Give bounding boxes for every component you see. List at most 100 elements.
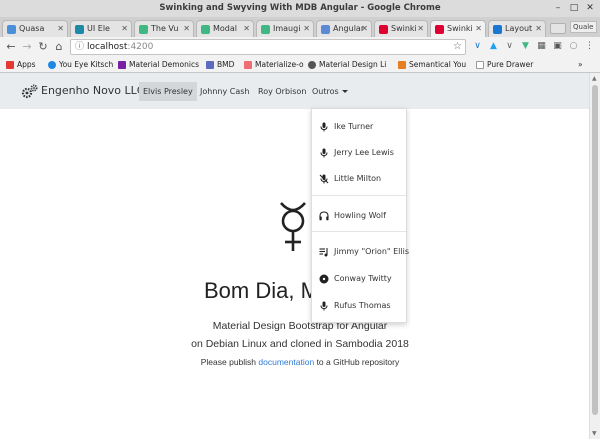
tab-favicon-icon xyxy=(261,25,270,34)
microphone-icon xyxy=(320,301,328,311)
tab-the-vue[interactable]: The Vu ✕ xyxy=(134,20,194,37)
dropdown-item-label: Little Milton xyxy=(334,174,382,183)
publish-suffix: to a GitHub repository xyxy=(316,357,400,367)
bookmark-favicon-icon xyxy=(206,61,214,69)
tab-swinking-active[interactable]: Swinki ✕ xyxy=(430,20,486,37)
tab-close-icon[interactable]: ✕ xyxy=(361,21,368,37)
bookmark-material-demonics[interactable]: Material Demonics xyxy=(118,59,199,71)
nav-link-johnny-cash[interactable]: Johnny Cash xyxy=(196,82,253,101)
page-scrollbar[interactable]: ▲ ▼ xyxy=(589,73,600,439)
bookmark-material-design-li[interactable]: Material Design Li xyxy=(308,59,386,71)
app-navbar: Engenho Novo LLC Elvis Presley Johnny Ca… xyxy=(0,73,589,109)
bookmarks-bar: Apps You Eye Kitsch Material Demonics BM… xyxy=(0,57,600,73)
address-bar[interactable]: ⓘ localhost:4200 ☆ xyxy=(70,39,466,55)
scroll-up-icon[interactable]: ▲ xyxy=(592,75,597,82)
tab-swinking-1[interactable]: Swinki ✕ xyxy=(374,20,428,37)
bookmarks-overflow-icon[interactable]: » xyxy=(578,59,583,71)
tab-ui-elements[interactable]: UI Ele ✕ xyxy=(70,20,132,37)
vue-devtools-icon[interactable]: ▼ xyxy=(520,41,531,52)
nav-link-elvis-presley[interactable]: Elvis Presley xyxy=(139,82,197,101)
tab-quasar[interactable]: Quasa ✕ xyxy=(2,20,68,37)
maximize-icon[interactable]: □ xyxy=(568,1,580,16)
tab-imaugi[interactable]: Imaugi ✕ xyxy=(256,20,314,37)
tab-label: The Vu xyxy=(151,24,179,33)
extension-window-icon[interactable]: ▣ xyxy=(552,41,563,52)
tab-label: Modal xyxy=(213,24,237,33)
tab-close-icon[interactable]: ✕ xyxy=(303,21,310,37)
bookmark-favicon-icon xyxy=(244,61,252,69)
forward-arrow-icon[interactable]: → xyxy=(20,39,34,55)
bookmark-semantical-you[interactable]: Semantical You xyxy=(398,59,466,71)
extension-puzzle-icon[interactable]: ▦ xyxy=(536,41,547,52)
scrollbar-thumb[interactable] xyxy=(592,85,598,415)
bookmark-label: Materialize-o xyxy=(255,60,304,69)
bookmark-favicon-icon xyxy=(398,61,406,69)
bookmark-label: BMD xyxy=(217,60,235,69)
dropdown-item-little-milton[interactable]: Little Milton xyxy=(312,170,406,188)
apps-grid-icon xyxy=(6,61,14,69)
dropdown-item-rufus-thomas[interactable]: Rufus Thomas xyxy=(312,297,406,315)
tab-modal[interactable]: Modal ✕ xyxy=(196,20,254,37)
tab-close-icon[interactable]: ✕ xyxy=(183,21,190,37)
dropdown-item-label: Jimmy "Orion" Ellis xyxy=(334,247,410,256)
extension-circle-icon[interactable]: ○ xyxy=(568,41,579,52)
extension-v2-icon[interactable]: ∨ xyxy=(504,41,515,52)
dropdown-item-label: Ike Turner xyxy=(334,122,374,131)
tab-favicon-icon xyxy=(75,25,84,34)
info-icon[interactable]: ⓘ xyxy=(75,40,84,54)
tab-close-icon[interactable]: ✕ xyxy=(535,21,542,37)
tab-favicon-icon xyxy=(7,25,16,34)
tab-close-icon[interactable]: ✕ xyxy=(417,21,424,37)
minimize-icon[interactable]: – xyxy=(552,1,564,16)
tab-label: UI Ele xyxy=(87,24,110,33)
subtitle-line-2: on Debian Linux and cloned in Sambodia 2… xyxy=(191,338,409,350)
home-icon[interactable]: ⌂ xyxy=(52,39,66,55)
bookmark-bmd[interactable]: BMD xyxy=(206,59,234,71)
close-icon[interactable]: ✕ xyxy=(584,1,596,16)
dropdown-item-jerry-lee-lewis[interactable]: Jerry Lee Lewis xyxy=(312,144,406,162)
tab-favicon-icon xyxy=(435,25,444,34)
twitter-icon[interactable]: ▲ xyxy=(488,41,499,52)
tab-angular[interactable]: Angular ✕ xyxy=(316,20,372,37)
documentation-link[interactable]: documentation xyxy=(258,357,314,367)
profile-button[interactable]: Quale xyxy=(570,21,597,33)
tab-close-icon[interactable]: ✕ xyxy=(475,21,482,37)
tab-close-icon[interactable]: ✕ xyxy=(243,21,250,37)
tab-close-icon[interactable]: ✕ xyxy=(121,21,128,37)
bookmark-star-icon[interactable]: ☆ xyxy=(453,40,462,54)
dropdown-item-label: Jerry Lee Lewis xyxy=(334,148,394,157)
dropdown-item-howling-wolf[interactable]: Howling Wolf xyxy=(312,207,406,225)
new-tab-button[interactable] xyxy=(550,23,566,34)
microphone-off-icon xyxy=(319,174,329,184)
tab-label: Swinki xyxy=(391,24,417,33)
dropdown-item-conway-twitty[interactable]: Conway Twitty xyxy=(312,270,406,288)
browser-toolbar: ← → ↻ ⌂ ⓘ localhost:4200 ☆ ∨ ▲ ∨ ▼ ▦ ▣ ○… xyxy=(0,37,600,57)
tab-layout[interactable]: Layout ✕ xyxy=(488,20,546,37)
microphone-icon xyxy=(320,148,328,158)
navbar-brand[interactable]: Engenho Novo LLC xyxy=(21,83,144,99)
bookmark-apps[interactable]: Apps xyxy=(6,59,36,71)
bookmark-pure-drawer[interactable]: Pure Drawer xyxy=(476,59,533,71)
page-viewport: Engenho Novo LLC Elvis Presley Johnny Ca… xyxy=(0,73,589,439)
tab-label: Imaugi xyxy=(273,24,301,33)
back-arrow-icon[interactable]: ← xyxy=(4,39,18,55)
bookmark-favicon-icon xyxy=(476,61,484,69)
tab-label: Quasa xyxy=(19,24,45,33)
dropdown-item-ike-turner[interactable]: Ike Turner xyxy=(312,118,406,136)
scroll-down-icon[interactable]: ▼ xyxy=(592,430,597,437)
outros-dropdown-menu: Ike Turner Jerry Lee Lewis Little Milton xyxy=(311,108,410,323)
menu-kebab-icon[interactable]: ⋮ xyxy=(584,41,595,52)
bookmark-you-eye-kitsch[interactable]: You Eye Kitsch xyxy=(48,59,113,71)
extension-v-icon[interactable]: ∨ xyxy=(472,41,483,52)
dropdown-item-label: Howling Wolf xyxy=(334,211,386,220)
address-host: localhost xyxy=(87,42,128,52)
nav-link-roy-orbison[interactable]: Roy Orbison xyxy=(254,82,310,101)
nav-dropdown-outros[interactable]: Outros xyxy=(308,82,352,101)
tab-strip: Quasa ✕ UI Ele ✕ The Vu ✕ Modal ✕ Imaugi… xyxy=(0,17,600,37)
tab-close-icon[interactable]: ✕ xyxy=(57,21,64,37)
reload-icon[interactable]: ↻ xyxy=(36,39,50,55)
bookmark-materialize[interactable]: Materialize-o xyxy=(244,59,304,71)
bookmark-label: Apps xyxy=(17,60,36,69)
dropdown-item-label: Conway Twitty xyxy=(334,274,392,283)
dropdown-item-jimmy-orion-ellis[interactable]: Jimmy "Orion" Ellis xyxy=(312,243,410,261)
